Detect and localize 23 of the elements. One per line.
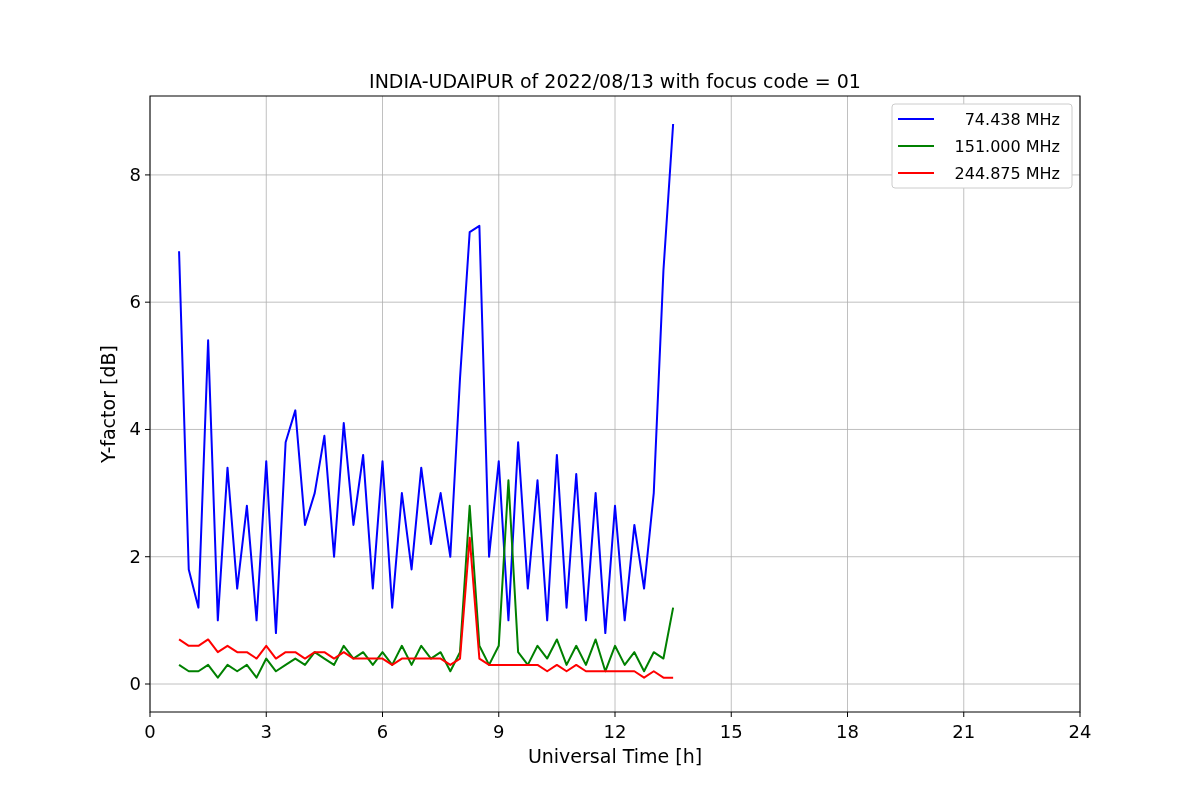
x-tick-label: 21 — [952, 721, 976, 742]
y-tick-label: 2 — [129, 545, 141, 567]
x-tick-label: 12 — [603, 721, 627, 742]
x-tick-label: 18 — [836, 721, 859, 742]
legend-label: 244.875 MHz — [954, 164, 1060, 183]
legend-line-icon — [897, 172, 935, 174]
legend-label: 74.438 MHz — [964, 110, 1060, 129]
y-tick-label: 4 — [129, 418, 141, 440]
x-tick-label: 15 — [719, 721, 743, 742]
y-axis-label: Y-factor [dB] — [97, 345, 119, 463]
x-axis-label: Universal Time [h] — [527, 745, 703, 767]
y-tick-label: 8 — [129, 163, 141, 185]
x-tick-label: 0 — [144, 721, 156, 742]
legend-line-icon — [897, 118, 935, 120]
x-tick-label: 9 — [493, 721, 505, 742]
legend-line-icon — [897, 145, 935, 147]
legend-label: 151.000 MHz — [954, 137, 1060, 156]
x-tick-label: 6 — [376, 721, 389, 742]
x-tick-label: 3 — [260, 721, 272, 742]
chart-title: INDIA-UDAIPUR of 2022/08/13 with focus code = 01 — [369, 70, 861, 92]
y-tick-label: 6 — [129, 291, 141, 313]
y-tick-label: 0 — [129, 673, 141, 694]
x-tick-label: 24 — [1068, 721, 1092, 742]
